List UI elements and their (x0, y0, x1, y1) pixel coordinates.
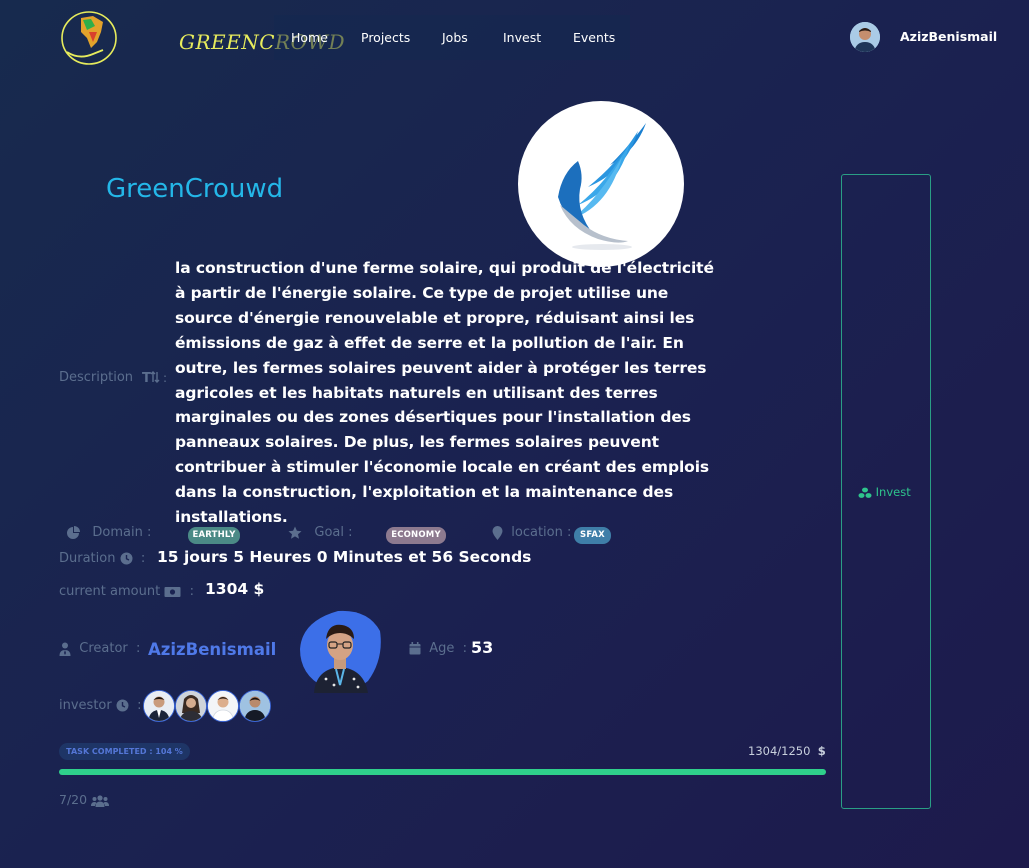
amount-value: 1304 $ (205, 580, 265, 598)
funding-progress-fill (59, 769, 826, 775)
creator-label: Creator (79, 641, 128, 656)
invest-button-label: Invest (875, 485, 911, 499)
clock-icon (116, 699, 129, 712)
domain-field: Domain : (66, 525, 151, 540)
logo[interactable]: GREENCROWD (59, 8, 345, 66)
star-icon (288, 526, 302, 539)
nav-projects[interactable]: Projects (361, 30, 410, 45)
duration-field: Duration : (59, 551, 146, 566)
money-bill-icon (164, 586, 181, 597)
creator-name-link[interactable]: AzizBenismail (148, 640, 276, 659)
investor-avatars (143, 690, 271, 722)
creator-photo-icon (300, 610, 381, 693)
creator-avatar[interactable] (298, 609, 382, 693)
calendar-icon (409, 642, 421, 655)
location-badge: SFAX (574, 527, 611, 544)
age-label: Age (429, 641, 455, 656)
coins-icon (858, 487, 872, 498)
duration-value: 15 jours 5 Heures 0 Minutes et 56 Second… (157, 548, 532, 566)
user-tie-icon (59, 642, 71, 656)
user-name[interactable]: AzizBenismail (900, 29, 997, 44)
nav-events[interactable]: Events (573, 30, 615, 45)
funding-progress-bar (59, 769, 826, 775)
location-field: location : (492, 525, 571, 540)
funding-ratio-text: 1304/1250 (748, 744, 811, 758)
members-count-text: 7/20 (59, 792, 88, 807)
project-logo (518, 101, 684, 267)
sort-text-icon: T : (142, 369, 168, 389)
user-avatar[interactable] (850, 22, 880, 52)
goal-badge: ECONOMY (386, 527, 446, 544)
invest-button[interactable]: Invest (858, 485, 911, 499)
investor-photo-icon (240, 691, 270, 721)
investor-field: investor : (59, 698, 142, 713)
investor-photo-icon (144, 691, 174, 721)
dollar-icon: $ (817, 744, 826, 758)
members-count: 7/20 (59, 792, 110, 807)
nav-invest[interactable]: Invest (503, 30, 541, 45)
svg-text::: : (163, 371, 167, 385)
svg-text:T: T (142, 371, 151, 385)
amount-field: current amount : (59, 584, 194, 599)
investor-avatar[interactable] (207, 690, 239, 722)
goal-field: Goal : (288, 525, 353, 540)
pie-chart-icon (67, 525, 80, 539)
eagle-wing-logo-icon (558, 123, 646, 250)
nav-home[interactable]: Home (291, 30, 328, 45)
investor-avatar[interactable] (175, 690, 207, 722)
task-completed-badge: TASK COMPLETED : 104 % (59, 743, 190, 760)
age-value: 53 (471, 638, 494, 657)
investor-photo-icon (176, 691, 206, 721)
creator-field: Creator : (59, 641, 140, 656)
user-photo-icon (850, 22, 880, 52)
nav-jobs[interactable]: Jobs (442, 30, 468, 45)
domain-badge: EARTHLY (188, 527, 240, 544)
funding-ratio: 1304/1250 $ (748, 744, 826, 758)
investor-avatar[interactable] (143, 690, 175, 722)
africa-globe-logo-icon (61, 11, 117, 65)
map-pin-icon (492, 525, 503, 540)
domain-label: Domain : (92, 525, 152, 540)
users-icon (91, 794, 110, 807)
investor-avatar[interactable] (239, 690, 271, 722)
investor-label: investor (59, 698, 112, 713)
age-field: Age : (409, 641, 467, 656)
description-text: la construction d'une ferme solaire, qui… (175, 259, 714, 527)
investor-photo-icon (208, 691, 238, 721)
goal-label: Goal : (314, 525, 353, 540)
project-title: GreenCrouwd (106, 174, 284, 204)
clock-icon (120, 552, 133, 565)
duration-label: Duration (59, 551, 116, 566)
main-nav: Home Projects Jobs Invest Events (274, 15, 630, 60)
description-label: Description (59, 370, 134, 385)
amount-label: current amount (59, 584, 161, 599)
location-label: location : (511, 525, 572, 540)
